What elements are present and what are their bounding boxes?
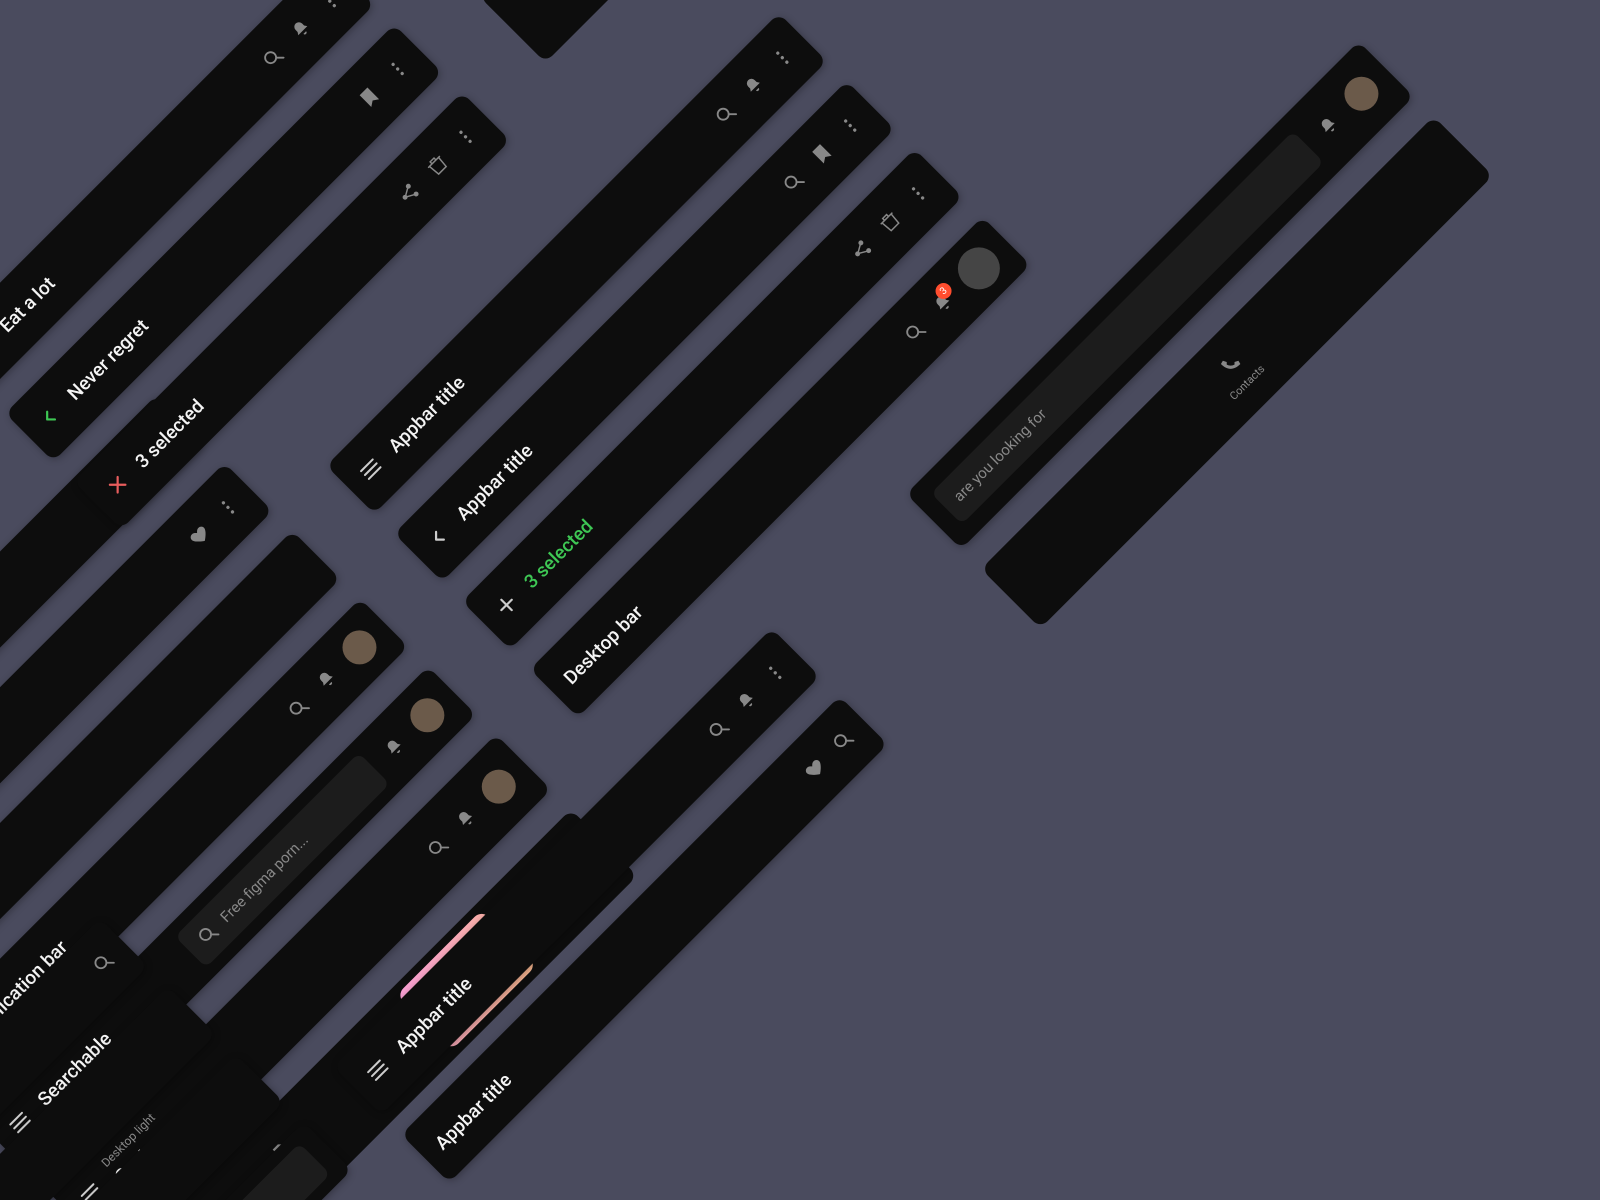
avatar[interactable] (1337, 70, 1385, 118)
avatar[interactable] (949, 239, 1008, 298)
close-icon[interactable] (102, 469, 133, 500)
menu-icon[interactable] (362, 1055, 393, 1086)
bell-icon[interactable] (738, 70, 769, 101)
more-icon[interactable] (903, 178, 934, 209)
eat-bar: Eat a lot (0, 0, 374, 394)
avatar[interactable] (475, 763, 523, 811)
appbar-title: Appbar title (451, 439, 537, 525)
bell-icon[interactable] (731, 686, 762, 717)
more-icon[interactable] (314, 0, 345, 17)
appbar-title: Appbar title (383, 371, 469, 457)
bell-icon[interactable] (286, 14, 317, 45)
search-icon[interactable] (88, 947, 119, 978)
more-icon[interactable] (382, 53, 413, 84)
search-placeholder: Free figma porn... (217, 831, 312, 926)
plus-icon[interactable] (491, 589, 522, 620)
tab-home[interactable]: Home (490, 0, 653, 51)
bookmark-icon[interactable] (354, 82, 385, 113)
search-icon (193, 919, 224, 950)
bookmark-icon[interactable] (806, 138, 837, 169)
bar-title: 3 selected (519, 514, 597, 592)
bell-icon[interactable] (451, 804, 482, 835)
more-icon[interactable] (760, 657, 791, 688)
appbar-title: Appbar title (430, 1068, 516, 1154)
back-icon[interactable] (34, 401, 65, 432)
bell-icon[interactable] (928, 288, 959, 319)
search-icon[interactable] (778, 167, 809, 198)
search-icon[interactable] (710, 99, 741, 130)
heart-icon[interactable] (799, 753, 830, 784)
avatar[interactable] (335, 623, 383, 671)
search-placeholder: are you looking for (950, 405, 1050, 505)
more-icon[interactable] (212, 492, 243, 523)
phone-icon (1215, 350, 1246, 381)
search-icon[interactable] (258, 42, 289, 73)
menu-icon[interactable] (355, 454, 386, 485)
bell-icon[interactable] (1313, 111, 1344, 142)
search-icon[interactable] (828, 725, 859, 756)
bell-icon[interactable] (379, 732, 410, 763)
bar-title: Eat a lot (0, 272, 59, 337)
heart-icon[interactable] (184, 520, 215, 551)
bell-icon[interactable] (311, 664, 342, 695)
search-icon[interactable] (900, 316, 931, 347)
more-icon[interactable] (450, 121, 481, 152)
bar-title: Desktop bar (559, 600, 648, 689)
more-icon[interactable] (767, 42, 798, 73)
search-icon[interactable] (422, 832, 453, 863)
avatar[interactable] (403, 691, 451, 739)
trash-icon[interactable] (874, 206, 905, 237)
back-icon[interactable] (423, 522, 454, 553)
search-icon[interactable] (283, 693, 314, 724)
search-icon[interactable] (703, 714, 734, 745)
trash-icon[interactable] (422, 150, 453, 181)
more-icon[interactable] (835, 110, 866, 141)
share-icon[interactable] (393, 178, 424, 209)
bar-title: Never regret (62, 314, 153, 405)
share-icon[interactable] (846, 234, 877, 265)
